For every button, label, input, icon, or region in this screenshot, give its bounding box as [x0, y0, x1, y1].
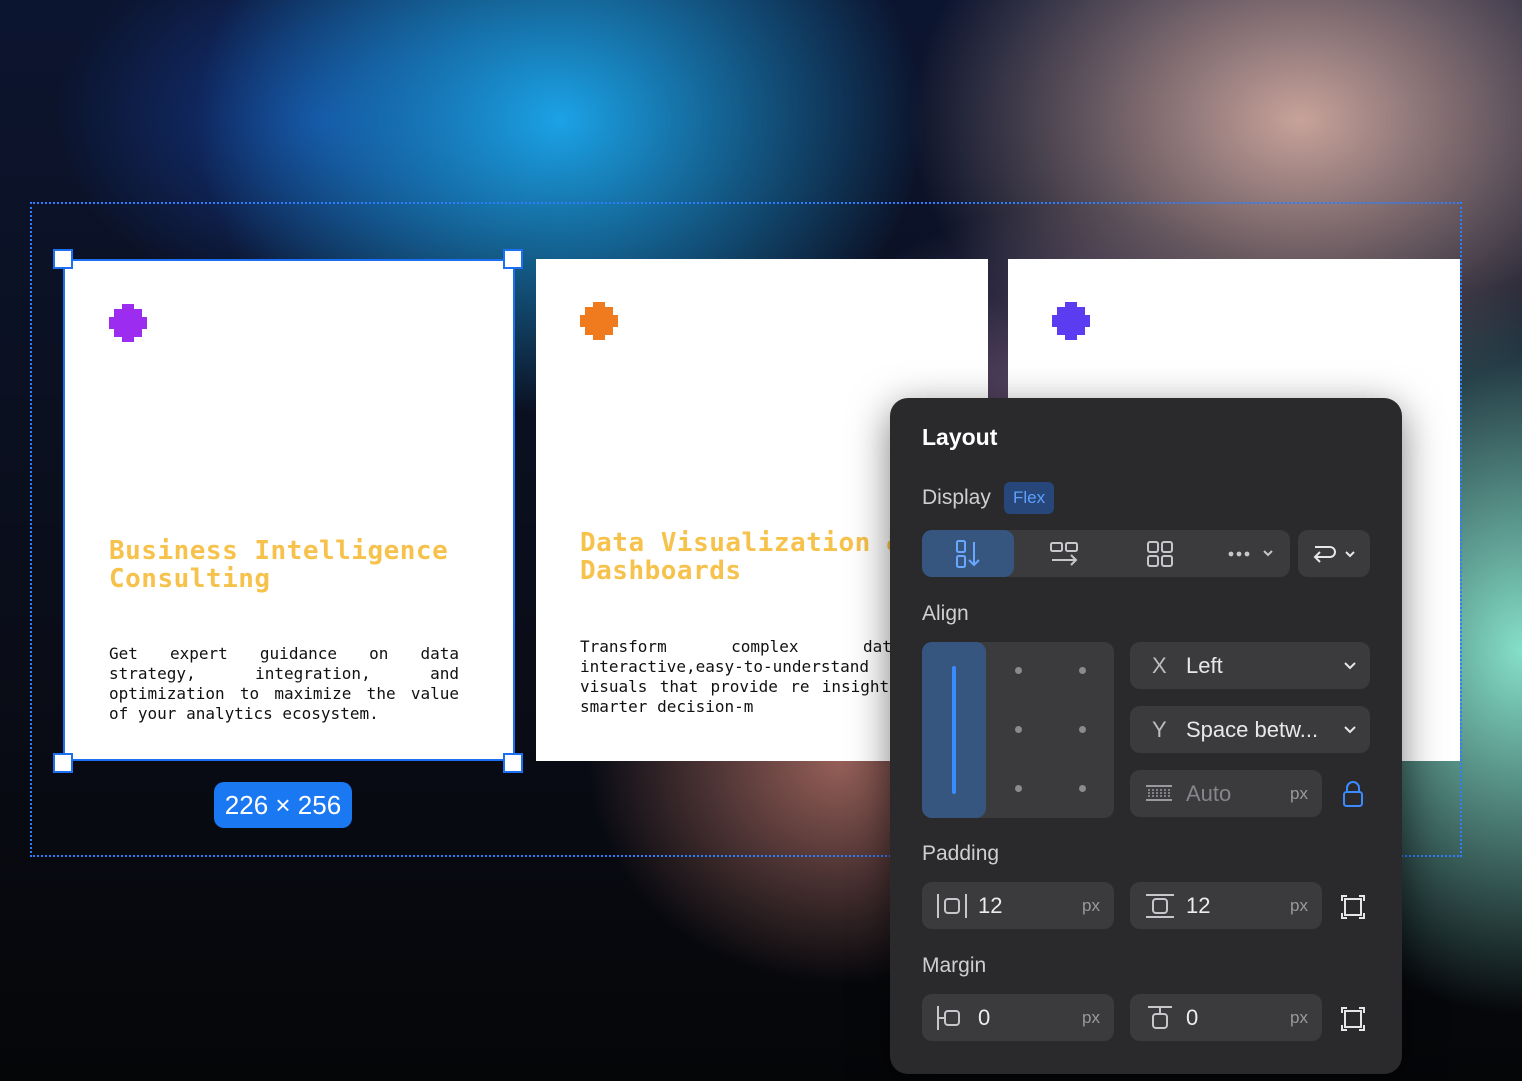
- padding-vertical-unit: px: [1290, 896, 1308, 915]
- chevron-down-icon: [1344, 662, 1356, 670]
- y-axis-label: Y: [1152, 717, 1167, 742]
- margin-horizontal-value: 0: [978, 1005, 991, 1030]
- margin-label: Margin: [922, 954, 987, 977]
- wrap-icon: [1313, 545, 1336, 563]
- more-layouts-dropdown[interactable]: [1212, 530, 1290, 577]
- plus-blob-icon: [1052, 302, 1090, 340]
- direction-segmented-control: [922, 530, 1290, 577]
- align-dot[interactable]: [1015, 667, 1022, 674]
- card-title: Business Intelligence Consulting: [109, 536, 449, 594]
- margin-horizontal-unit: px: [1082, 1008, 1100, 1027]
- align-dot[interactable]: [1015, 726, 1022, 733]
- align-y-value: Space betw...: [1186, 717, 1319, 742]
- margin-vertical-value: 0: [1186, 1005, 1199, 1030]
- margin-horizontal-input[interactable]: 0 px: [922, 994, 1114, 1041]
- plus-blob-icon: [109, 304, 147, 342]
- padding-horizontal-icon: [937, 894, 967, 918]
- margin-vertical-unit: px: [1290, 1008, 1308, 1027]
- individual-sides-icon[interactable]: [1340, 894, 1366, 920]
- display-label: Display: [922, 486, 991, 509]
- align-x-dropdown[interactable]: X Left: [1130, 642, 1370, 689]
- display-flex-badge: Flex: [1004, 482, 1055, 514]
- resize-handle-bottom-right[interactable]: [503, 753, 523, 773]
- align-dot[interactable]: [1015, 785, 1022, 792]
- align-label: Align: [922, 602, 969, 625]
- flex-column-button[interactable]: [922, 530, 1014, 577]
- resize-handle-bottom-left[interactable]: [53, 753, 73, 773]
- grid-icon: [1147, 540, 1173, 567]
- align-dot[interactable]: [1079, 667, 1086, 674]
- alignment-grid[interactable]: [922, 642, 1114, 818]
- align-dot[interactable]: [1079, 785, 1086, 792]
- selection-size-badge: 226 × 256: [214, 782, 352, 828]
- chevron-down-icon: [1345, 550, 1355, 557]
- padding-vertical-input[interactable]: 12 px: [1130, 882, 1322, 929]
- gap-placeholder: Auto: [1186, 781, 1232, 806]
- chevron-down-icon: [1344, 726, 1356, 734]
- align-x-value: Left: [1186, 653, 1223, 678]
- padding-vertical-value: 12: [1186, 893, 1211, 918]
- wrap-dropdown[interactable]: [1298, 530, 1370, 577]
- padding-horizontal-value: 12: [978, 893, 1003, 918]
- align-dot[interactable]: [1079, 726, 1086, 733]
- resize-handle-top-right[interactable]: [503, 249, 523, 269]
- gap-icon: [1146, 785, 1172, 801]
- gap-unit: px: [1290, 784, 1308, 803]
- lock-icon[interactable]: [1342, 780, 1364, 808]
- individual-sides-icon[interactable]: [1340, 1006, 1366, 1032]
- flex-row-icon: [1050, 541, 1078, 566]
- flex-row-button[interactable]: [1018, 530, 1110, 577]
- x-axis-label: X: [1152, 653, 1167, 678]
- padding-horizontal-input[interactable]: 12 px: [922, 882, 1114, 929]
- padding-horizontal-unit: px: [1082, 896, 1100, 915]
- panel-title: Layout: [922, 424, 998, 450]
- alignment-active-column: [922, 642, 986, 818]
- more-options-icon: [1228, 549, 1273, 556]
- grid-button[interactable]: [1114, 530, 1206, 577]
- padding-label: Padding: [922, 842, 1000, 865]
- service-card-1[interactable]: Business Intelligence Consulting Get exp…: [63, 259, 515, 761]
- resize-handle-top-left[interactable]: [53, 249, 73, 269]
- flex-column-icon: [956, 539, 980, 568]
- padding-vertical-icon: [1146, 894, 1174, 918]
- layout-panel: Layout Display Flex Align X Left Y Space…: [890, 398, 1402, 1074]
- margin-horizontal-icon: [937, 1006, 960, 1030]
- margin-vertical-icon: [1148, 1006, 1172, 1029]
- align-y-dropdown[interactable]: Y Space betw...: [1130, 706, 1370, 753]
- margin-vertical-input[interactable]: 0 px: [1130, 994, 1322, 1041]
- gap-input[interactable]: Auto px: [1130, 770, 1322, 817]
- card-description: Transform complex datasets interactive,e…: [580, 637, 940, 716]
- plus-blob-icon: [580, 302, 618, 340]
- card-description: Get expert guidance on data strategy, in…: [109, 644, 459, 723]
